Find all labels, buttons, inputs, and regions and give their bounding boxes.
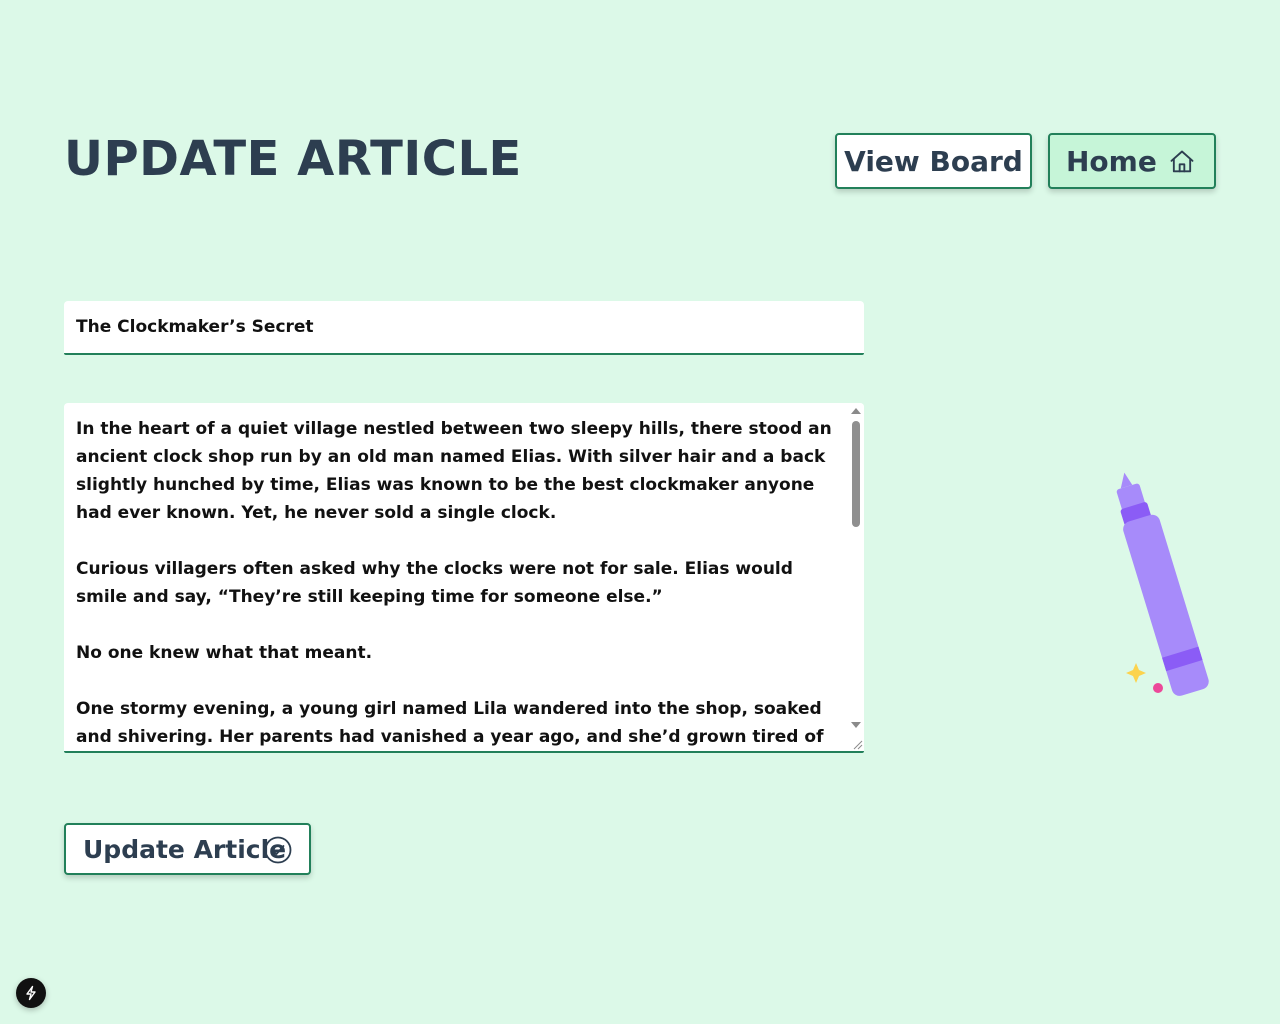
- article-body-textarea[interactable]: In the heart of a quiet village nestled …: [64, 403, 864, 753]
- home-button[interactable]: Home: [1048, 133, 1216, 189]
- update-article-button[interactable]: Update Article: [64, 823, 311, 875]
- view-board-label: View Board: [844, 144, 1023, 178]
- update-article-label: Update Article: [83, 834, 287, 864]
- check-circle-icon: [264, 836, 292, 864]
- bolt-icon: [26, 985, 36, 1001]
- highlighter-marker-illustration: [1116, 472, 1209, 696]
- article-body-text[interactable]: In the heart of a quiet village nestled …: [76, 415, 836, 751]
- home-label: Home: [1066, 144, 1157, 178]
- update-article-page: UPDATE ARTICLE View Board Home In the he…: [0, 0, 1280, 1024]
- scroll-thumb[interactable]: [852, 421, 860, 527]
- scroll-down-arrow-icon[interactable]: [851, 722, 861, 728]
- article-title-input[interactable]: [64, 301, 864, 355]
- scroll-up-arrow-icon[interactable]: [851, 408, 861, 414]
- page-title: UPDATE ARTICLE: [64, 131, 522, 187]
- home-icon: [1170, 150, 1194, 173]
- view-board-button[interactable]: View Board: [835, 133, 1032, 189]
- textarea-scrollbar[interactable]: [848, 403, 864, 751]
- resize-handle-icon[interactable]: [851, 738, 863, 750]
- dev-tools-badge[interactable]: [16, 978, 46, 1008]
